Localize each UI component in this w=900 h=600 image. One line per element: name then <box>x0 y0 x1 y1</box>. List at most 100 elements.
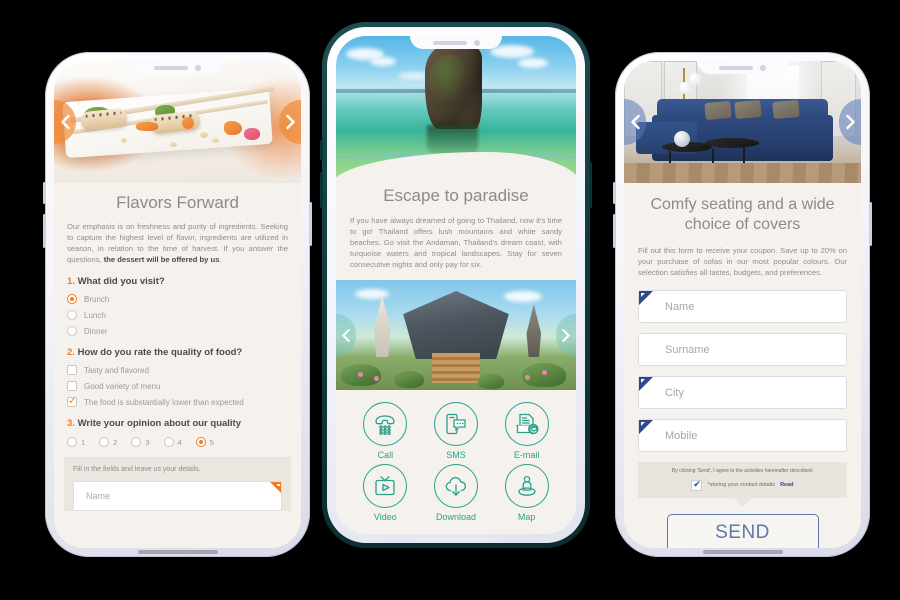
name-input[interactable]: Name <box>73 481 282 511</box>
consent-row[interactable]: *storing your contact details Read <box>646 479 839 492</box>
cushion <box>734 100 763 120</box>
stupa-shape <box>526 304 542 357</box>
garnish-sashimi <box>244 128 261 141</box>
phone-screen: Flavors Forward Our emphasis is on fresh… <box>54 61 301 548</box>
radio-icon[interactable] <box>195 437 206 447</box>
action-sms[interactable]: SMS <box>421 402 492 460</box>
phone-volume-button[interactable] <box>613 214 616 248</box>
intro-paragraph: Our emphasis is on freshness and purity … <box>67 221 288 265</box>
city-input[interactable]: City <box>638 376 847 409</box>
cushion <box>772 100 801 120</box>
speaker-grille <box>719 65 753 70</box>
radio-icon[interactable] <box>67 437 77 447</box>
radio-icon[interactable] <box>131 437 142 447</box>
phone-volume-button[interactable] <box>43 214 46 248</box>
rating-option[interactable]: 1 <box>67 437 85 447</box>
option-label: Dinner <box>84 326 108 336</box>
checkbox-icon[interactable] <box>67 381 77 391</box>
option-row[interactable]: Brunch <box>67 294 288 304</box>
telephone-keypad-icon <box>363 402 408 446</box>
phone-power-button[interactable] <box>869 202 872 246</box>
phone-volume-button[interactable] <box>320 172 323 208</box>
consent-pointer <box>733 497 752 507</box>
phone-power-button[interactable] <box>589 162 592 208</box>
rating-option[interactable]: 3 <box>131 437 150 447</box>
rating-label: 3 <box>145 437 150 447</box>
hero-prev-button[interactable] <box>336 314 356 356</box>
question-3-number: 3. <box>67 418 75 429</box>
name-input-placeholder: Name <box>86 491 111 501</box>
radio-icon[interactable] <box>67 294 77 304</box>
option-label: Tasty and flavored <box>84 365 149 375</box>
page-title: Flavors Forward <box>116 193 239 212</box>
radio-icon[interactable] <box>67 326 77 336</box>
chevron-right-icon <box>285 114 295 130</box>
cushion <box>703 101 732 121</box>
hero-next-button[interactable] <box>556 314 576 356</box>
front-camera-icon <box>760 64 766 71</box>
sauce-dot <box>120 137 127 143</box>
radio-icon[interactable] <box>163 437 174 447</box>
option-label: Brunch <box>84 294 110 304</box>
radio-icon[interactable] <box>67 310 77 320</box>
phone-screen: Escape to paradise If you have always dr… <box>336 36 576 534</box>
option-label: Lunch <box>84 310 106 320</box>
action-label: Map <box>517 512 536 522</box>
shrub-shape <box>393 370 424 388</box>
action-call[interactable]: Call <box>350 402 421 460</box>
rating-option[interactable]: 2 <box>99 437 117 447</box>
action-download[interactable]: Download <box>421 464 492 522</box>
consent-read-link[interactable]: Read <box>780 482 793 488</box>
floor-lamp-bulb <box>689 73 702 86</box>
option-row[interactable]: Tasty and flavored <box>67 365 288 375</box>
option-label: The food is substantially lower than exp… <box>84 397 244 407</box>
temple-structure <box>403 291 509 360</box>
send-button[interactable]: SEND <box>666 513 819 548</box>
radio-icon[interactable] <box>99 437 110 447</box>
front-camera-icon <box>195 64 201 71</box>
option-row[interactable]: Lunch <box>67 310 288 320</box>
sauce-dot <box>199 131 208 138</box>
hero-image-sofa <box>624 61 861 183</box>
rating-option[interactable]: 5 <box>195 437 214 447</box>
hero-image-temple <box>336 280 576 390</box>
mobile-input[interactable]: Mobile <box>638 419 847 452</box>
phone-device-furniture-coupon: Comfy seating and a wide choice of cover… <box>613 52 872 557</box>
screen-content: Comfy seating and a wide choice of cover… <box>624 61 861 548</box>
checkbox-icon[interactable] <box>67 395 77 408</box>
hero-next-button[interactable] <box>279 100 301 144</box>
action-label: E-mail <box>513 450 540 460</box>
name-input[interactable]: Name <box>638 290 847 323</box>
checkbox-icon[interactable] <box>67 365 77 375</box>
question-1-text: What did you visit? <box>77 276 165 287</box>
option-row[interactable]: The food is substantially lower than exp… <box>67 395 288 408</box>
phone-side-button[interactable] <box>613 182 616 204</box>
action-label: Download <box>435 512 476 522</box>
question-1-heading: 1. What did you visit? <box>67 276 288 287</box>
tv-play-icon <box>363 464 408 508</box>
rating-option[interactable]: 4 <box>163 437 182 447</box>
phone-screen: Comfy seating and a wide choice of cover… <box>624 61 861 548</box>
surname-input[interactable]: Surname <box>638 333 847 366</box>
details-hint: Fill in the fields and leave us your det… <box>73 466 201 473</box>
phone-side-button[interactable] <box>43 182 46 204</box>
sauce-dot <box>170 141 178 147</box>
flower-dot <box>542 369 548 375</box>
option-row[interactable]: Good variety of menu <box>67 381 288 391</box>
action-video[interactable]: Video <box>350 464 421 522</box>
rating-label: 2 <box>113 437 118 447</box>
cloud-shape <box>355 288 390 299</box>
email-at-icon <box>504 402 549 446</box>
consent-checkbox[interactable] <box>691 479 703 492</box>
chevron-left-icon <box>342 328 350 342</box>
phone-power-button[interactable] <box>309 202 312 246</box>
phone-side-button[interactable] <box>320 140 323 160</box>
hero-image-beach <box>336 36 576 184</box>
action-map[interactable]: Map <box>491 464 562 522</box>
phone-notch <box>131 61 224 74</box>
stupa-shape <box>373 295 391 357</box>
option-row[interactable]: Dinner <box>67 326 288 336</box>
question-2-text: How do you rate the quality of food? <box>77 347 243 358</box>
action-email[interactable]: E-mail <box>491 402 562 460</box>
rating-scale: 1 2 3 4 5 <box>67 437 288 447</box>
